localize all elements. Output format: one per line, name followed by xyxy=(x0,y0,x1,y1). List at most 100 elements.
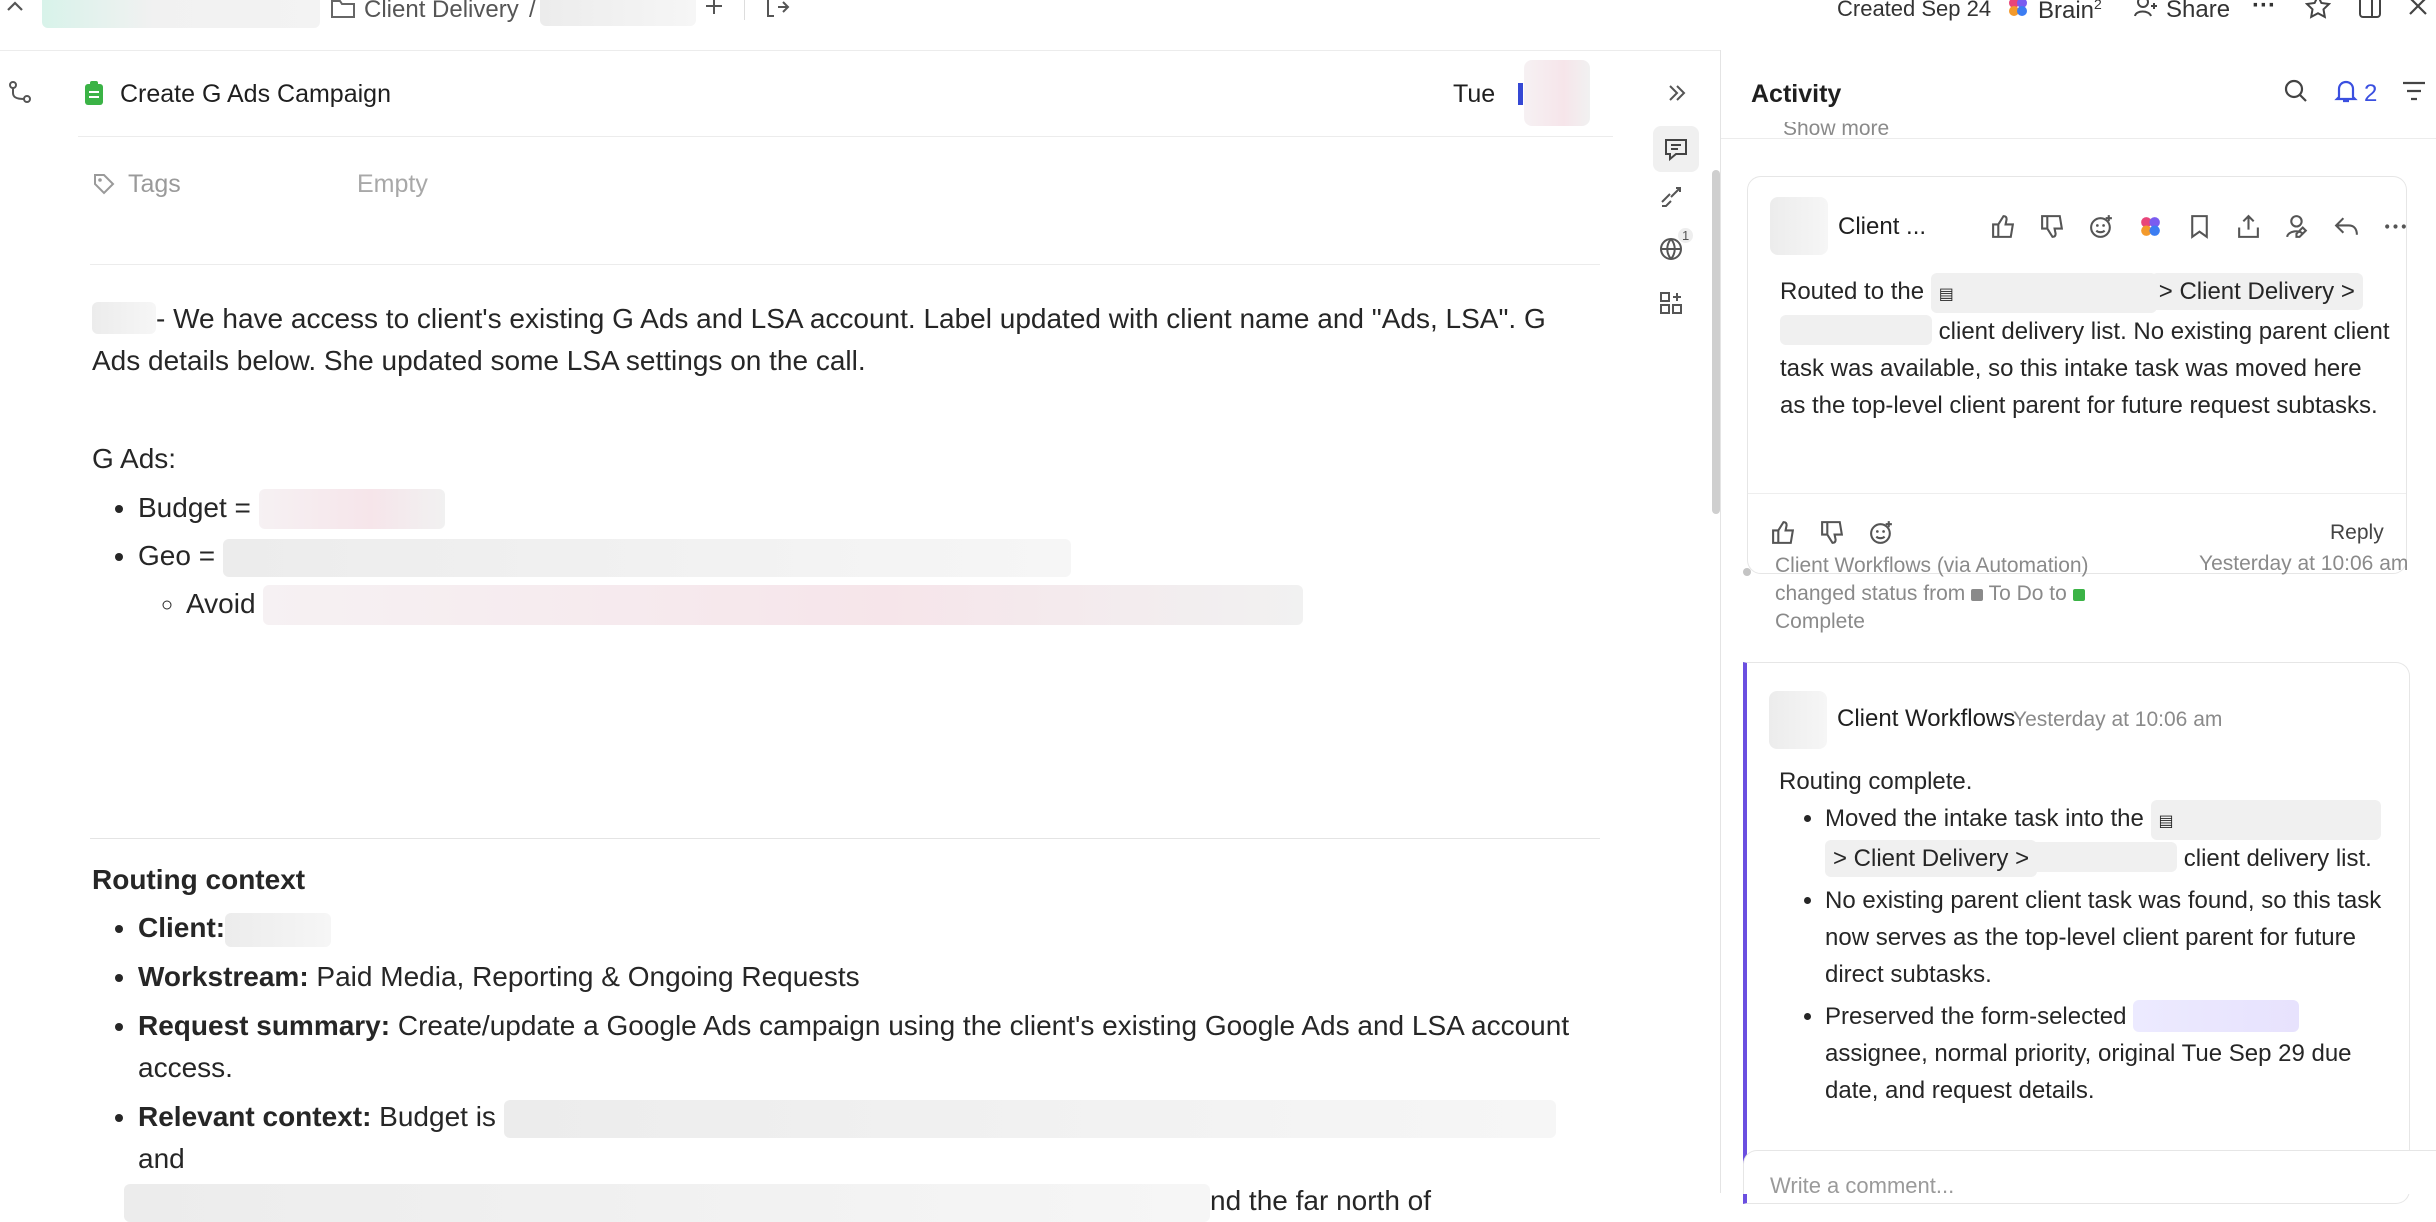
list-item: Relevant context: Budget is and nd the f… xyxy=(124,1096,1602,1222)
globe-icon[interactable]: 1 xyxy=(1658,228,1694,262)
description-intro[interactable]: - We have access to client's existing G … xyxy=(92,298,1592,382)
brain-icon[interactable] xyxy=(2137,213,2164,240)
assignee-chip-redacted[interactable] xyxy=(2133,1000,2300,1032)
add-reaction-icon[interactable] xyxy=(1868,519,1895,546)
comment-input[interactable]: Write a comment... xyxy=(1743,1150,2436,1198)
activity-tab[interactable] xyxy=(1653,126,1699,172)
collapse-panel-icon[interactable] xyxy=(1666,82,1688,104)
breadcrumb-list-redacted[interactable] xyxy=(540,0,696,26)
due-date[interactable]: Tue xyxy=(1453,80,1495,109)
plus-icon[interactable] xyxy=(702,0,726,18)
context-value-start: Budget is xyxy=(371,1101,496,1132)
comment-author[interactable]: Client ... xyxy=(1838,213,1926,241)
filter-icon[interactable] xyxy=(2401,80,2427,102)
routed-path[interactable]: > Client Delivery > xyxy=(2150,273,2363,310)
notification-count: 2 xyxy=(2364,80,2378,107)
workstream-label: Workstream: xyxy=(138,961,309,992)
budget-label: Budget = xyxy=(138,492,251,523)
more-options-button[interactable]: ··· xyxy=(2252,0,2276,20)
context-label: Relevant context: xyxy=(138,1101,372,1132)
assign-icon[interactable] xyxy=(2284,213,2311,240)
list-item: Preserved the form-selected assignee, no… xyxy=(1825,998,2393,1109)
comment-placeholder: Write a comment... xyxy=(1770,1173,1955,1198)
bullet3-prefix: Preserved the form-selected xyxy=(1825,1003,2127,1030)
thumbs-down-icon[interactable] xyxy=(1819,519,1846,546)
exit-icon[interactable] xyxy=(764,0,790,20)
brain-button[interactable]: Brain2 xyxy=(2038,0,2102,25)
list-item: No existing parent client task was found… xyxy=(1825,882,2393,993)
left-rail xyxy=(0,50,68,1193)
avatar xyxy=(1769,691,1827,749)
workstream-value: Paid Media, Reporting & Ongoing Requests xyxy=(308,961,860,992)
comment-author[interactable]: Client Workflows xyxy=(1837,705,2015,733)
status-change-text: Client Workflows (via Automation) change… xyxy=(1775,552,2105,636)
share-button[interactable]: Share xyxy=(2166,0,2230,24)
list-chip[interactable]: ▤ xyxy=(1930,273,2157,313)
client-label: Client: xyxy=(138,912,226,943)
complete-status-square xyxy=(2072,589,2085,601)
routed-prefix: Routed to the xyxy=(1780,278,1925,305)
list-chip[interactable]: ▤ xyxy=(2150,800,2381,840)
star-icon[interactable] xyxy=(2305,0,2331,20)
search-icon[interactable] xyxy=(2283,78,2309,104)
divider xyxy=(90,838,1600,839)
task-title[interactable]: Create G Ads Campaign xyxy=(120,80,391,109)
relationship-icon[interactable] xyxy=(8,80,32,104)
breadcrumb-client-delivery[interactable]: Client Delivery xyxy=(364,0,519,24)
task-status-icon[interactable] xyxy=(84,80,104,106)
share-icon[interactable] xyxy=(2235,213,2262,240)
list-item: Avoid xyxy=(186,583,1392,625)
share-icon xyxy=(2133,0,2159,20)
scrollbar[interactable] xyxy=(1712,170,1720,514)
activity-title: Activity xyxy=(1751,80,1842,108)
split-view-icon[interactable] xyxy=(2357,0,2383,20)
comment-body[interactable]: Routed to the ▤ > Client Delivery > clien… xyxy=(1780,273,2392,424)
comment-heading: Routing complete. xyxy=(1779,768,1973,795)
priority-flag-icon[interactable] xyxy=(1518,83,1523,105)
thumbs-down-icon[interactable] xyxy=(2039,213,2066,240)
brain-superscript: 2 xyxy=(2094,0,2102,12)
add-reaction-icon[interactable] xyxy=(2088,213,2115,240)
client-name-redacted xyxy=(225,913,332,947)
thumbs-up-icon[interactable] xyxy=(1990,213,2017,240)
divider xyxy=(744,0,745,20)
workspace-breadcrumb-redacted[interactable] xyxy=(42,0,320,28)
comment-card-automation: Client Workflows Yesterday at 10:06 am R… xyxy=(1743,662,2410,1204)
request-label: Request summary: xyxy=(138,1010,391,1041)
reply-icon[interactable] xyxy=(2333,213,2360,240)
avoid-label: Avoid xyxy=(186,588,256,619)
show-more-button[interactable]: Show more xyxy=(1751,122,1889,144)
bookmark-icon[interactable] xyxy=(2186,213,2213,240)
bullet3-rest: assignee, normal priority, original Tue … xyxy=(1825,1040,2352,1104)
budget-value-redacted xyxy=(258,489,445,529)
list-name-redacted xyxy=(2031,842,2178,872)
geo-value-redacted xyxy=(222,539,1071,577)
apps-icon[interactable] xyxy=(1658,290,1684,316)
show-more-label: Show more xyxy=(1783,122,1890,140)
thumbs-up-icon[interactable] xyxy=(1770,519,1797,546)
comment-timestamp: Yesterday at 10:06 am xyxy=(2013,708,2223,731)
intro-text: - We have access to client's existing G … xyxy=(92,303,1546,376)
context-value-end: nd the far north of xyxy=(1210,1185,1432,1216)
list-item: Moved the intake task into the ▤ > Clien… xyxy=(1825,800,2393,877)
routing-list: Client: Workstream: Paid Media, Reportin… xyxy=(92,907,1602,1222)
comment-card: Client ... Routed to the ▤ > Client Deliv… xyxy=(1747,176,2407,574)
close-icon[interactable] xyxy=(2406,0,2430,18)
bullet1-rest: client delivery list. xyxy=(2183,845,2372,872)
routing-heading: Routing context xyxy=(92,864,306,895)
routed-path[interactable]: > Client Delivery > xyxy=(1825,840,2038,877)
bell-icon[interactable] xyxy=(2333,78,2359,104)
comment-body[interactable]: Routing complete. Moved the intake task … xyxy=(1779,763,2393,1109)
status-dot xyxy=(1743,568,1751,576)
tags-value[interactable]: Empty xyxy=(357,170,428,199)
reply-button[interactable]: Reply xyxy=(2330,521,2384,545)
comment-reactions xyxy=(1770,519,1895,546)
list-item: Client: xyxy=(138,907,1602,949)
more-icon[interactable] xyxy=(2382,213,2409,240)
context-value-and: and xyxy=(138,1143,185,1174)
collapse-up-icon[interactable] xyxy=(4,0,26,18)
assignee-avatar-redacted[interactable] xyxy=(1524,60,1590,126)
list-icon: ▤ xyxy=(1938,286,1954,303)
automation-icon[interactable] xyxy=(1658,184,1684,210)
list-item: Budget = xyxy=(138,487,1392,529)
